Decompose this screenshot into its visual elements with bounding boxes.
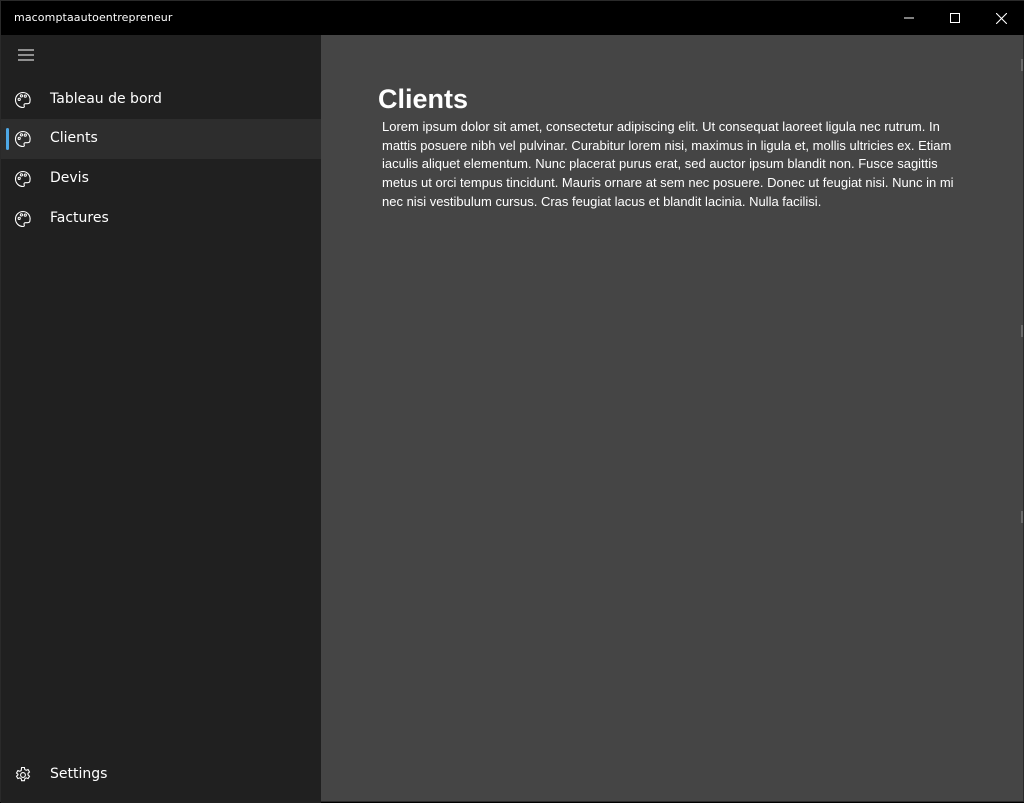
nav-item-factures[interactable]: Factures: [1, 199, 321, 239]
scrollbar-marker[interactable]: [1021, 325, 1023, 337]
gear-icon: [13, 765, 33, 785]
page-body-text: Lorem ipsum dolor sit amet, consectetur …: [382, 119, 954, 209]
nav-item-settings[interactable]: Settings: [1, 755, 321, 795]
navigation-pane: Tableau de bord Clients Devis Factures S…: [1, 35, 321, 803]
content-area: Clients Lorem ipsum dolor sit amet, cons…: [321, 35, 1023, 801]
menu-toggle-button[interactable]: [5, 37, 47, 73]
palette-icon: [13, 90, 33, 110]
nav-item-label: Settings: [50, 766, 108, 782]
title-bar[interactable]: macomptaautoentrepreneur: [1, 1, 1024, 35]
nav-item-label: Tableau de bord: [50, 91, 162, 107]
page-title: Clients: [378, 84, 469, 114]
scrollbar-marker[interactable]: [1021, 59, 1023, 71]
scrollbar-marker[interactable]: [1021, 511, 1023, 523]
minimize-icon: [904, 13, 914, 23]
palette-icon: [13, 209, 33, 229]
nav-item-clients[interactable]: Clients: [1, 119, 321, 159]
nav-item-label: Devis: [50, 170, 89, 186]
app-window: macomptaautoentrepreneur Tableau de bord…: [0, 0, 1024, 803]
nav-item-label: Factures: [50, 210, 109, 226]
nav-item-label: Clients: [50, 130, 98, 146]
palette-icon: [13, 129, 33, 149]
selection-indicator: [6, 128, 9, 150]
close-icon: [995, 12, 1007, 24]
nav-item-tableau-de-bord[interactable]: Tableau de bord: [1, 80, 321, 120]
maximize-button[interactable]: [932, 1, 978, 35]
close-button[interactable]: [978, 1, 1024, 35]
app-title: macomptaautoentrepreneur: [14, 11, 173, 24]
hamburger-icon: [18, 46, 34, 65]
maximize-icon: [950, 13, 960, 23]
minimize-button[interactable]: [886, 1, 932, 35]
palette-icon: [13, 169, 33, 189]
nav-item-devis[interactable]: Devis: [1, 159, 321, 199]
